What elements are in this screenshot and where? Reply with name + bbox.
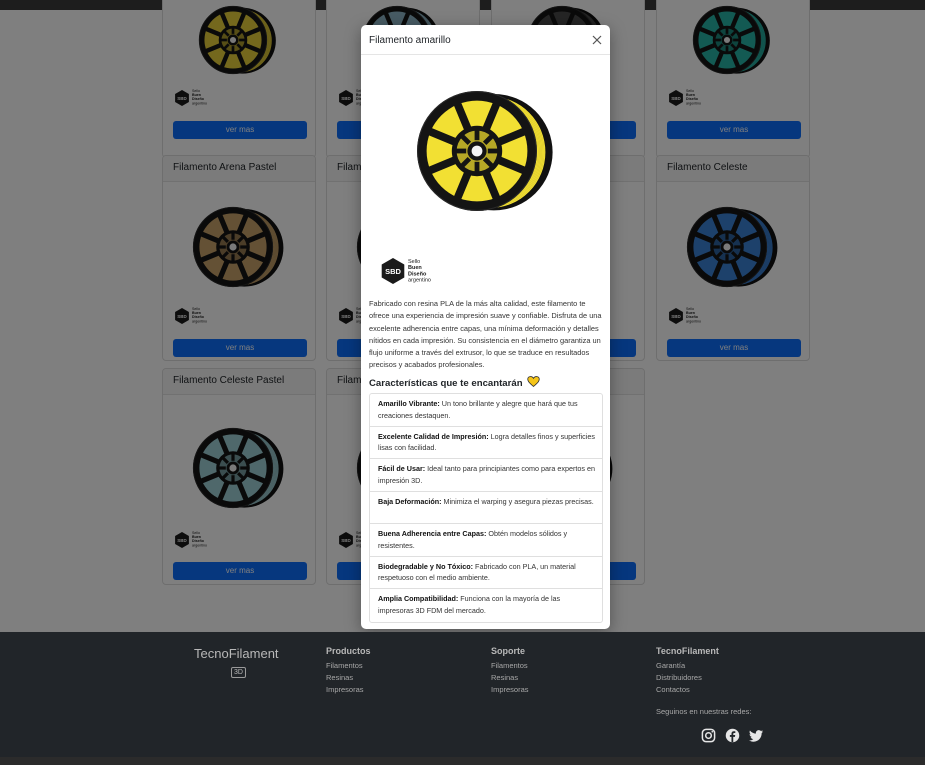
product-description: Fabricado con resina PLA de la más alta … <box>369 299 602 370</box>
bottom-bar <box>0 757 925 765</box>
feature-name: Excelente Calidad de Impresión: <box>378 431 489 441</box>
footer-brand[interactable]: TecnoFilament <box>194 646 279 661</box>
footer-link[interactable]: Resinas <box>326 672 371 684</box>
modal-title: Filamento amarillo <box>369 35 451 46</box>
product-modal: Filamento amarillo SBD Sello Buen Diseño arg… <box>361 25 610 629</box>
features-heading: Características que te encantarán <box>369 376 540 389</box>
footer-col-title: Productos <box>326 646 371 656</box>
feature-name: Baja Deformación: <box>378 496 442 506</box>
heart-icon <box>527 376 540 388</box>
feature-item: Amarillo Vibrante: Un tono brillante y a… <box>370 394 602 427</box>
footer-link[interactable]: Resinas <box>491 672 529 684</box>
feature-item: Baja Deformación: Minimiza el warping y … <box>370 492 602 524</box>
twitter-icon[interactable] <box>749 728 764 743</box>
footer-link[interactable]: Garantía <box>656 660 719 672</box>
footer-link[interactable]: Filamentos <box>491 660 529 672</box>
feature-name: Biodegradable y No Tóxico: <box>378 561 474 571</box>
feature-item: Biodegradable y No Tóxico: Fabricado con… <box>370 557 602 589</box>
facebook-icon[interactable] <box>725 728 740 743</box>
follow-us-text: Seguinos en nuestras redes: <box>656 707 752 716</box>
seal-text-line: Diseño <box>408 271 427 277</box>
seal-abbr: SBD <box>385 267 401 276</box>
feature-name: Amplia Compatibilidad: <box>378 594 459 603</box>
features-list: Amarillo Vibrante: Un tono brillante y a… <box>369 393 603 623</box>
feature-item: Excelente Calidad de Impresión: Logra de… <box>370 427 602 459</box>
feature-name: Buena Adherencia entre Capas: <box>378 529 487 538</box>
feature-name: Amarillo Vibrante: <box>378 399 440 408</box>
footer-link[interactable]: Impresoras <box>326 684 371 696</box>
footer-col-title: Soporte <box>491 646 526 656</box>
features-heading-text: Características que te encantarán <box>369 378 523 389</box>
seal-text-line: Sello <box>408 259 420 265</box>
product-image <box>361 55 610 255</box>
footer-link[interactable]: Filamentos <box>326 660 371 672</box>
footer-col-soporte: Soporte Filamentos Resinas Impresoras <box>491 646 529 696</box>
feature-text: Minimiza el warping y asegura piezas pre… <box>441 496 594 506</box>
modal-header: Filamento amarillo <box>361 25 610 55</box>
feature-item: Buena Adherencia entre Capas: Obtén mode… <box>370 524 602 557</box>
spool-drawing <box>417 91 553 211</box>
footer-col-title: TecnoFilament <box>656 646 719 656</box>
footer-link[interactable]: Impresoras <box>491 684 529 696</box>
close-icon[interactable] <box>590 33 604 47</box>
seal-text-line: argentino <box>408 278 431 284</box>
feature-item: Amplia Compatibilidad: Funciona con la m… <box>370 589 602 622</box>
feature-item: Fácil de Usar: Ideal tanto para principi… <box>370 459 602 492</box>
footer-col-productos: Productos Filamentos Resinas Impresoras <box>326 646 371 696</box>
instagram-icon[interactable] <box>701 728 716 743</box>
footer-col-tecnofilament: TecnoFilament Garantía Distribuidores Co… <box>656 646 719 696</box>
seal-text-line: Buen <box>408 265 422 271</box>
footer-link[interactable]: Distribuidores <box>656 672 719 684</box>
seal-logo-large: SBD Sello Buen Diseño argentino <box>379 255 439 292</box>
site-footer: TecnoFilament 3D Productos Filamentos Re… <box>0 632 925 757</box>
footer-link[interactable]: Contactos <box>656 684 719 696</box>
brand-badge: 3D <box>231 667 246 678</box>
feature-name: Fácil de Usar: <box>378 464 426 473</box>
